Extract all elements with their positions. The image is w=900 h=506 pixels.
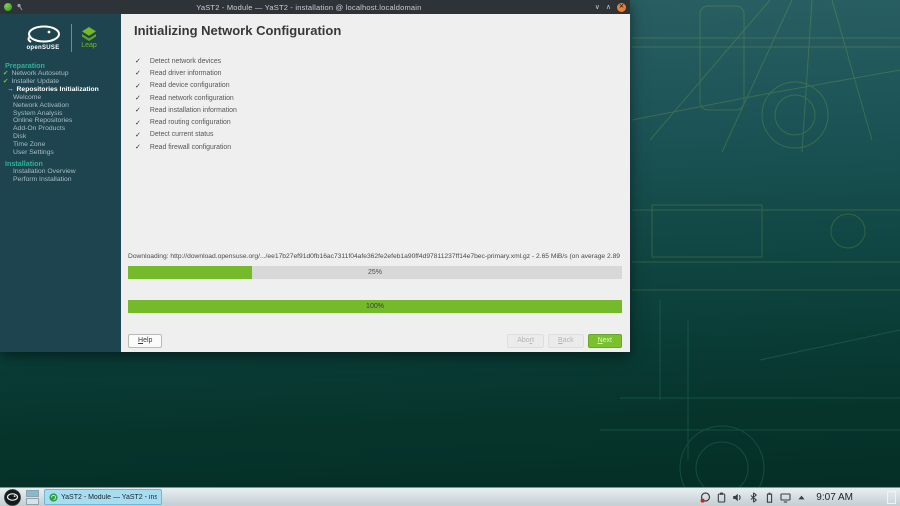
step-network-activation: Network Activation xyxy=(13,101,69,109)
back-button[interactable]: Back xyxy=(548,334,584,348)
step-user-settings: User Settings xyxy=(13,149,54,157)
checklist-item: ✓ Read routing configuration xyxy=(135,119,231,127)
download-progress-bar: 25% xyxy=(128,266,622,279)
updates-tray-icon[interactable] xyxy=(700,491,711,503)
battery-tray-icon[interactable] xyxy=(764,492,775,503)
init-checklist: ✓ Detect network devices ✓ Read driver i… xyxy=(135,55,630,153)
task-button-label: YaST2 - Module — YaST2 - installat... xyxy=(60,493,157,501)
bluetooth-tray-icon[interactable] xyxy=(748,491,759,503)
virtual-desktop-pager[interactable] xyxy=(26,489,39,505)
window-body: openSUSE Leap Preparation ✔ Network Auto… xyxy=(0,14,630,352)
installer-sidebar: openSUSE Leap Preparation ✔ Network Auto… xyxy=(0,14,121,352)
step-installation-overview: Installation Overview xyxy=(13,167,76,175)
pager-desktop-2[interactable] xyxy=(26,497,39,505)
steps-section-installation: Installation xyxy=(5,158,43,168)
app-menu-button[interactable] xyxy=(4,488,21,506)
check-icon: ✓ xyxy=(135,144,141,152)
step-current-icon: → xyxy=(7,85,14,93)
check-icon: ✓ xyxy=(135,82,141,90)
check-icon: ✓ xyxy=(135,119,141,127)
checklist-item: ✓ Detect current status xyxy=(135,131,214,139)
checklist-item: ✓ Read driver information xyxy=(135,69,222,78)
download-status: Downloading: http://download.opensuse.or… xyxy=(128,253,622,260)
clipboard-tray-icon[interactable] xyxy=(716,492,727,503)
step-installer-update: ✔ Installer Update xyxy=(3,77,60,85)
window-title: YaST2 - Module — YaST2 - installation @ … xyxy=(196,2,422,12)
step-perform-installation: Perform Installation xyxy=(13,175,72,183)
opensuse-wordmark: openSUSE xyxy=(26,45,60,51)
wizard-content: Initializing Network Configuration ✓ Det… xyxy=(121,14,630,352)
show-desktop-button[interactable] xyxy=(887,490,896,504)
installer-steps: Preparation ✔ Network Autosetup ✔ Instal… xyxy=(0,61,121,184)
checklist-item: ✓ Read installation information xyxy=(135,106,237,115)
volume-tray-icon[interactable] xyxy=(732,492,743,503)
checklist-item: ✓ Read firewall configuration xyxy=(135,143,232,152)
wizard-button-bar: Help Abort Back Next xyxy=(128,334,622,348)
next-button[interactable]: Next xyxy=(587,334,622,348)
close-button[interactable]: ✕ xyxy=(617,2,626,12)
check-icon: ✓ xyxy=(135,70,141,78)
checklist-item: ✓ Detect network devices xyxy=(135,57,222,66)
yast-task-icon xyxy=(49,492,58,502)
tray-expand-button[interactable] xyxy=(796,492,807,503)
chameleon-icon xyxy=(27,25,60,43)
leap-wordmark: Leap xyxy=(81,42,97,49)
step-disk: Disk xyxy=(13,133,27,141)
help-button[interactable]: Help xyxy=(128,334,163,348)
step-done-icon: ✔ xyxy=(3,77,9,85)
display-tray-icon[interactable] xyxy=(780,492,791,503)
titlebar: YaST2 - Module — YaST2 - installation @ … xyxy=(0,0,630,14)
leap-diamond-icon xyxy=(82,27,96,41)
step-done-icon: ✔ xyxy=(3,70,9,77)
steps-section-preparation: Preparation xyxy=(5,61,45,70)
progress-percent: 25% xyxy=(367,269,382,276)
logo-divider xyxy=(71,24,72,52)
dialog-title: Initializing Network Configuration xyxy=(134,23,342,38)
step-time-zone: Time Zone xyxy=(13,141,46,149)
task-button-yast[interactable]: YaST2 - Module — YaST2 - installat... xyxy=(44,489,162,505)
step-repositories-initialization: → Repositories Initialization xyxy=(7,85,99,93)
abort-button[interactable]: Abort xyxy=(507,334,545,348)
yast-app-icon[interactable] xyxy=(4,3,12,11)
step-online-repositories: Online Repositories xyxy=(13,117,73,125)
total-progress-bar: 100% xyxy=(128,300,622,313)
minimize-button[interactable]: ∨ xyxy=(595,3,600,12)
maximize-button[interactable]: ∧ xyxy=(606,3,611,12)
check-icon: ✓ xyxy=(135,107,141,115)
yast-window: YaST2 - Module — YaST2 - installation @ … xyxy=(0,0,630,352)
desktop: YaST2 - Module — YaST2 - installation @ … xyxy=(0,0,900,506)
step-add-on-products: Add-On Products xyxy=(13,125,66,133)
leap-logo: Leap xyxy=(79,27,99,49)
system-tray xyxy=(700,491,807,503)
checklist-item: ✓ Read device configuration xyxy=(135,82,230,90)
taskbar: YaST2 - Module — YaST2 - installat... xyxy=(0,487,900,506)
step-system-analysis: System Analysis xyxy=(13,109,63,117)
step-welcome: Welcome xyxy=(13,93,42,101)
pager-desktop-1[interactable] xyxy=(26,489,39,497)
check-icon: ✓ xyxy=(135,58,141,66)
check-icon: ✓ xyxy=(135,95,141,103)
pin-icon[interactable] xyxy=(16,3,23,11)
check-icon: ✓ xyxy=(135,131,141,139)
progress-percent: 100% xyxy=(366,303,384,310)
brand-area: openSUSE Leap xyxy=(0,20,121,56)
step-network-autosetup: ✔ Network Autosetup xyxy=(3,70,69,77)
checklist-item: ✓ Read network configuration xyxy=(135,94,234,103)
clock[interactable]: 9:07 AM xyxy=(816,492,853,503)
opensuse-logo: openSUSE xyxy=(22,25,64,51)
